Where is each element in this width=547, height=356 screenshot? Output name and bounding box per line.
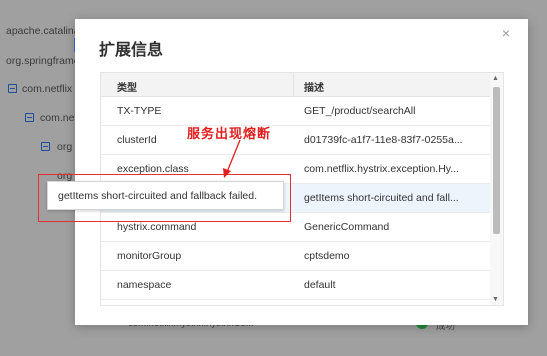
collapse-icon[interactable] — [41, 142, 50, 151]
scroll-down-arrow-icon[interactable]: ▼ — [492, 296, 499, 303]
column-header-desc[interactable]: 描述 — [304, 79, 324, 94]
column-header-type[interactable]: 类型 — [117, 79, 137, 94]
cell-type: hystrix.command — [117, 221, 197, 233]
table-row[interactable]: namespace default — [101, 271, 490, 300]
table-row[interactable]: TX-TYPE GET_/product/searchAll — [101, 97, 490, 126]
table-row[interactable]: clusterId d01739fc-a1f7-11e8-83f7-0255a.… — [101, 126, 490, 155]
tree-item[interactable]: org — [57, 141, 72, 153]
modal-title: 扩展信息 — [99, 42, 164, 59]
table-header: 类型 描述 — [101, 73, 490, 97]
cell-type: TX-TYPE — [117, 105, 162, 117]
cell-type: monitorGroup — [117, 250, 182, 262]
cell-desc: getItems short-circuited and fall... — [304, 192, 459, 204]
collapse-icon[interactable] — [25, 113, 34, 122]
tree-item[interactable]: apache.catalina — [6, 25, 80, 37]
close-icon[interactable]: × — [502, 25, 510, 41]
scroll-up-arrow-icon[interactable]: ▲ — [492, 75, 499, 82]
cell-desc: d01739fc-a1f7-11e8-83f7-0255a... — [304, 134, 463, 146]
table-row[interactable]: monitorGroup cptsdemo — [101, 242, 490, 271]
cell-desc: default — [304, 279, 336, 291]
annotation-label: 服务出现熔断 — [187, 126, 272, 141]
column-divider — [293, 73, 294, 96]
table-scrollbar[interactable]: ▲ ▼ — [490, 73, 503, 305]
collapse-icon[interactable] — [8, 84, 17, 93]
cell-desc: com.netflix.hystrix.exception.Hy... — [304, 163, 460, 175]
cell-desc: cptsdemo — [304, 250, 350, 262]
scroll-thumb[interactable] — [493, 87, 500, 234]
annotation-frame — [38, 174, 291, 222]
tree-item[interactable]: com.netflix — [22, 83, 72, 95]
cell-desc: GET_/product/searchAll — [304, 105, 416, 117]
extension-info-modal: 扩展信息 × 类型 描述 TX-TYPE GET_/product/search… — [75, 19, 528, 325]
cell-type: namespace — [117, 279, 172, 291]
cell-desc: GenericCommand — [304, 221, 390, 233]
